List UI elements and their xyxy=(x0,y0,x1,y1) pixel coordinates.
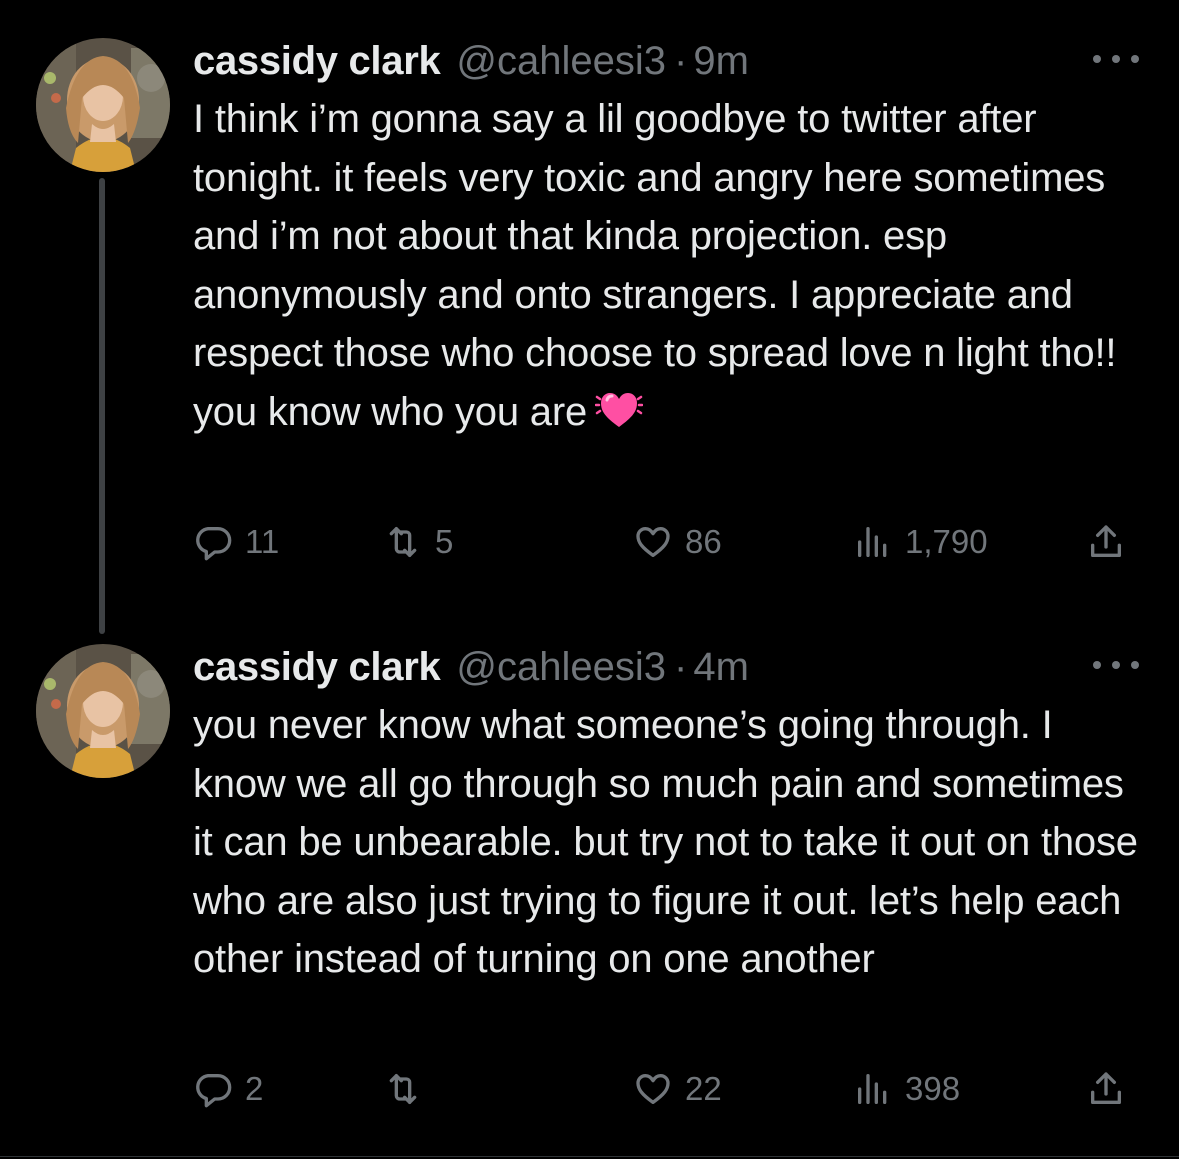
display-name[interactable]: cassidy clark xyxy=(193,39,441,84)
like-button[interactable]: 22 xyxy=(633,1064,722,1114)
reply-icon xyxy=(196,1074,232,1108)
like-button[interactable]: 86 xyxy=(633,517,722,567)
retweet-button[interactable]: 5 xyxy=(383,517,453,567)
separator-dot: · xyxy=(674,644,688,689)
reply-count: 11 xyxy=(245,523,280,560)
views-icon xyxy=(858,1074,887,1104)
views-button[interactable]: 1,790 xyxy=(853,517,988,567)
views-icon xyxy=(858,527,887,557)
views-button[interactable]: 398 xyxy=(853,1064,960,1114)
tweet-actions: 2 22 398 xyxy=(193,1064,1143,1114)
share-icon xyxy=(1091,1072,1121,1104)
retweet-count: 5 xyxy=(435,523,454,560)
tweet-text-content: you never know what someone’s going thro… xyxy=(193,703,1149,981)
tweet-header: cassidy clark @cahleesi3 · 4m xyxy=(193,640,749,694)
retweet-icon xyxy=(389,1074,417,1104)
share-icon xyxy=(1091,525,1121,557)
avatar[interactable] xyxy=(36,644,170,778)
retweet-button[interactable] xyxy=(383,1064,435,1114)
timestamp[interactable]: 4m xyxy=(693,645,749,690)
display-name[interactable]: cassidy clark xyxy=(193,645,441,690)
beating-heart-emoji xyxy=(594,385,644,433)
view-count: 1,790 xyxy=(905,523,988,560)
avatar[interactable] xyxy=(36,38,170,172)
share-button[interactable] xyxy=(1086,517,1126,567)
like-icon xyxy=(636,527,670,557)
view-count: 398 xyxy=(905,1070,961,1107)
reply-button[interactable]: 11 xyxy=(193,517,279,567)
tweet-header: cassidy clark @cahleesi3 · 9m xyxy=(193,34,749,88)
tweet-actions: 11 5 86 1,790 xyxy=(193,517,1143,567)
user-handle[interactable]: @cahleesi3 xyxy=(456,39,666,84)
divider xyxy=(0,1156,1179,1157)
like-count: 86 xyxy=(685,523,722,560)
tweet-text-content: I think i’m gonna say a lil goodbye to t… xyxy=(193,97,1128,434)
more-icon[interactable] xyxy=(1093,650,1139,680)
reply-icon xyxy=(196,527,232,561)
like-icon xyxy=(636,1074,670,1104)
user-handle[interactable]: @cahleesi3 xyxy=(456,645,666,690)
separator-dot: · xyxy=(674,38,688,83)
like-count: 22 xyxy=(685,1070,722,1107)
share-button[interactable] xyxy=(1086,1064,1126,1114)
thread-connector-line xyxy=(99,178,105,634)
more-icon[interactable] xyxy=(1093,44,1139,74)
reply-count: 2 xyxy=(245,1070,264,1107)
tweet-text: you never know what someone’s going thro… xyxy=(193,696,1143,989)
timestamp[interactable]: 9m xyxy=(693,39,749,84)
reply-button[interactable]: 2 xyxy=(193,1064,263,1114)
retweet-icon xyxy=(389,527,417,557)
tweet-text: I think i’m gonna say a lil goodbye to t… xyxy=(193,90,1143,441)
